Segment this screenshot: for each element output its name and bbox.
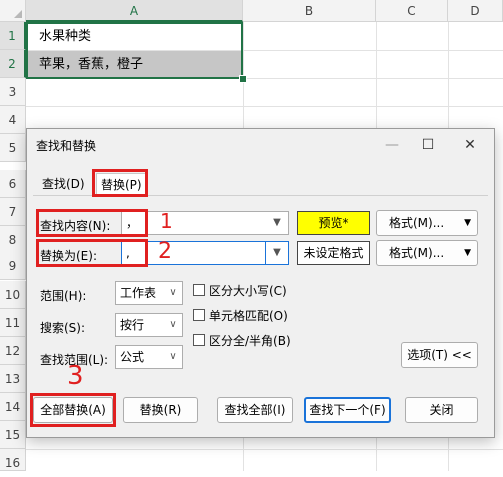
- match-width-checkbox[interactable]: [193, 334, 205, 346]
- options-button[interactable]: 选项(T) <<: [401, 342, 478, 368]
- row-header-13[interactable]: 13: [0, 365, 26, 393]
- find-what-input[interactable]: ， ▼: [121, 211, 289, 235]
- annotation-1: 1: [160, 209, 173, 233]
- scope-label: 范围(H):: [40, 289, 87, 303]
- chevron-down-icon[interactable]: ▼: [266, 212, 288, 234]
- scope-select[interactable]: 工作表 ∨: [115, 281, 183, 305]
- row-header-11[interactable]: 11: [0, 309, 26, 337]
- caret-down-icon: ▼: [464, 218, 471, 228]
- caret-down-icon: ▼: [464, 248, 471, 258]
- row-header-12[interactable]: 12: [0, 337, 26, 365]
- tab-find[interactable]: 查找(D): [38, 173, 89, 195]
- fill-handle[interactable]: [239, 75, 247, 83]
- chevron-down-icon[interactable]: ∨: [164, 346, 182, 368]
- look-in-value: 公式: [120, 350, 145, 364]
- replace-with-label: 替换为(E):: [40, 249, 97, 263]
- no-format-set: 未设定格式: [297, 241, 370, 265]
- row-header-10[interactable]: 10: [0, 281, 26, 309]
- replace-format-button-label: 格式(M)...: [389, 246, 445, 260]
- tab-replace[interactable]: 替换(P): [96, 173, 147, 196]
- minimize-icon[interactable]: —: [372, 132, 412, 158]
- dialog-title: 查找和替换: [36, 139, 97, 153]
- row-header-4[interactable]: 4: [0, 106, 26, 134]
- scope-value: 工作表: [120, 286, 157, 300]
- row-header-15[interactable]: 15: [0, 421, 26, 449]
- row-header-14[interactable]: 14: [0, 393, 26, 421]
- format-preview: 预览*: [297, 211, 370, 235]
- match-cell-checkbox[interactable]: [193, 309, 205, 321]
- annotation-2: 2: [158, 239, 172, 264]
- column-header-c[interactable]: C: [376, 0, 448, 22]
- column-header-b[interactable]: B: [243, 0, 376, 22]
- row-header-8[interactable]: 8: [0, 226, 26, 254]
- annotation-3: 3: [67, 361, 84, 391]
- search-label: 搜索(S):: [40, 321, 86, 335]
- replace-with-input[interactable]: , ▼: [121, 241, 289, 265]
- gridline: [26, 78, 503, 79]
- row-header-5[interactable]: 5: [0, 134, 26, 162]
- column-header-a[interactable]: A: [26, 0, 243, 22]
- gridline: [26, 106, 503, 107]
- maximize-icon[interactable]: ☐: [408, 132, 448, 158]
- search-value: 按行: [120, 318, 145, 332]
- cell-a2[interactable]: 苹果，香蕉，橙子: [27, 51, 241, 78]
- dialog-titlebar[interactable]: 查找和替换 — ☐ ✕: [27, 129, 494, 161]
- replace-button[interactable]: 替换(R): [123, 397, 198, 423]
- look-in-select[interactable]: 公式 ∨: [115, 345, 183, 369]
- row-header-3[interactable]: 3: [0, 78, 26, 106]
- row-header-9[interactable]: 9: [0, 252, 26, 280]
- row-header-2[interactable]: 2: [0, 50, 26, 78]
- match-cell-label[interactable]: 单元格匹配(O): [209, 307, 288, 324]
- match-case-label[interactable]: 区分大小写(C): [209, 282, 287, 299]
- replace-with-value: ,: [126, 246, 130, 260]
- find-what-value: ，: [126, 216, 139, 230]
- close-button[interactable]: 关闭: [405, 397, 478, 423]
- find-all-button[interactable]: 查找全部(I): [217, 397, 293, 423]
- find-format-button-label: 格式(M)...: [389, 216, 445, 230]
- cell-a1[interactable]: 水果种类: [27, 23, 241, 50]
- row-header-16[interactable]: 16: [0, 449, 26, 471]
- find-what-label: 查找内容(N):: [40, 219, 111, 233]
- find-format-button[interactable]: 格式(M)... ▼: [376, 210, 478, 236]
- row-header-7[interactable]: 7: [0, 198, 26, 226]
- match-width-label[interactable]: 区分全/半角(B): [209, 332, 291, 349]
- search-select[interactable]: 按行 ∨: [115, 313, 183, 337]
- find-next-button[interactable]: 查找下一个(F): [304, 397, 391, 423]
- match-case-checkbox[interactable]: [193, 284, 205, 296]
- chevron-down-icon[interactable]: ∨: [164, 282, 182, 304]
- column-header-d[interactable]: D: [448, 0, 503, 22]
- find-replace-dialog: 查找和替换 — ☐ ✕ 查找(D) 替换(P) 查找内容(N): ， ▼ 预览*…: [26, 128, 495, 438]
- select-all-corner[interactable]: [0, 0, 26, 22]
- chevron-down-icon[interactable]: ∨: [164, 314, 182, 336]
- row-header-1[interactable]: 1: [0, 22, 26, 50]
- replace-format-button[interactable]: 格式(M)... ▼: [376, 240, 478, 266]
- replace-all-button[interactable]: 全部替换(A): [33, 397, 113, 423]
- row-header-6[interactable]: 6: [0, 170, 26, 198]
- close-icon[interactable]: ✕: [450, 132, 490, 158]
- gridline: [26, 449, 503, 450]
- chevron-down-icon[interactable]: ▼: [265, 242, 288, 264]
